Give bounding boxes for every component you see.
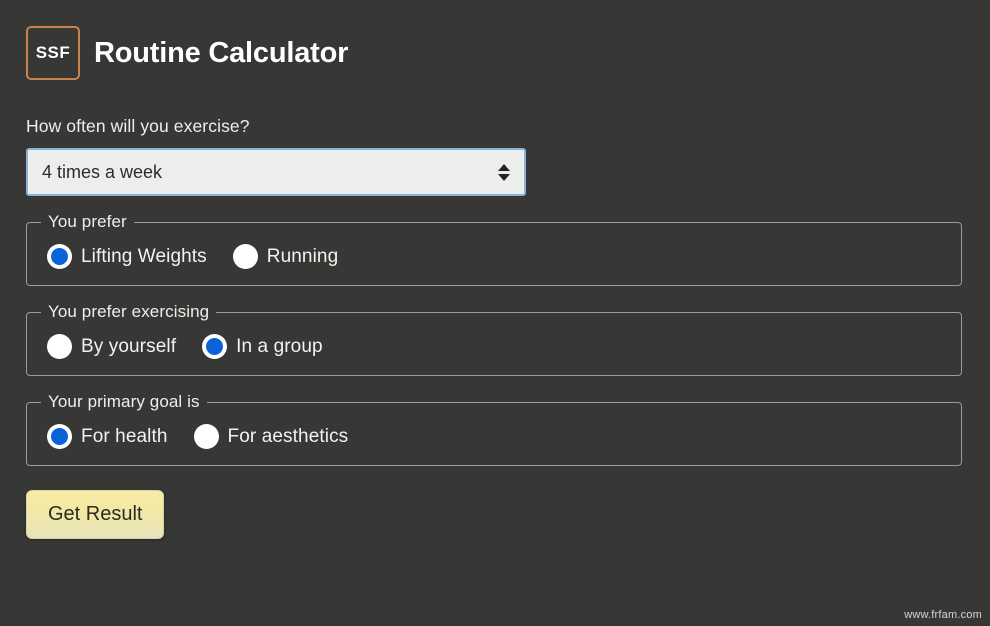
chevron-down-icon — [498, 173, 510, 181]
fieldset-primary-goal: Your primary goal is For health For aest… — [26, 392, 962, 466]
radio-group: By yourself In a group — [27, 328, 961, 359]
submit-row: Get Result — [26, 490, 990, 539]
radio-group: Lifting Weights Running — [27, 238, 961, 269]
radio-option-for-health[interactable]: For health — [47, 424, 168, 449]
fieldset-preference-activity: You prefer Lifting Weights Running — [26, 212, 962, 286]
radio-option-for-aesthetics[interactable]: For aesthetics — [193, 424, 349, 449]
app-logo: SSF — [26, 26, 80, 80]
radio-option-label: Running — [266, 245, 339, 267]
fieldset-legend: You prefer exercising — [48, 302, 210, 321]
radio-option-lifting-weights[interactable]: Lifting Weights — [47, 244, 207, 269]
frequency-select-value: 4 times a week — [42, 161, 163, 182]
radio-option-running[interactable]: Running — [232, 244, 339, 269]
frequency-question-label: How often will you exercise? — [26, 116, 250, 136]
get-result-button[interactable]: Get Result — [26, 490, 165, 539]
radio-indicator-icon[interactable] — [47, 424, 72, 449]
fieldset-legend: You prefer — [48, 212, 127, 231]
radio-indicator-icon[interactable] — [232, 244, 258, 269]
radio-indicator-icon[interactable] — [47, 334, 72, 359]
fieldset-legend: Your primary goal is — [48, 392, 200, 411]
chevron-up-icon — [498, 163, 510, 171]
radio-option-by-yourself[interactable]: By yourself — [47, 334, 176, 359]
watermark: www.frfam.com — [904, 609, 982, 621]
spinner-arrows-icon[interactable] — [496, 159, 512, 185]
fieldset-preference-company: You prefer exercising By yourself In a g… — [26, 302, 962, 376]
radio-option-in-a-group[interactable]: In a group — [202, 334, 323, 359]
page-title: Routine Calculator — [94, 36, 349, 69]
radio-option-label: Lifting Weights — [81, 245, 207, 267]
radio-group: For health For aesthetics — [27, 418, 961, 449]
radio-indicator-icon[interactable] — [47, 244, 72, 269]
radio-option-label: For health — [81, 425, 168, 447]
radio-option-label: By yourself — [81, 335, 177, 357]
app-header: SSF Routine Calculator — [0, 0, 990, 80]
radio-option-label: In a group — [236, 335, 323, 357]
logo-text: SSF — [35, 43, 71, 62]
radio-indicator-icon[interactable] — [193, 424, 219, 449]
radio-indicator-icon[interactable] — [202, 334, 228, 359]
frequency-select-wrapper: 4 times a week — [26, 148, 526, 196]
frequency-select[interactable]: 4 times a week — [26, 148, 526, 196]
radio-option-label: For aesthetics — [227, 425, 349, 447]
